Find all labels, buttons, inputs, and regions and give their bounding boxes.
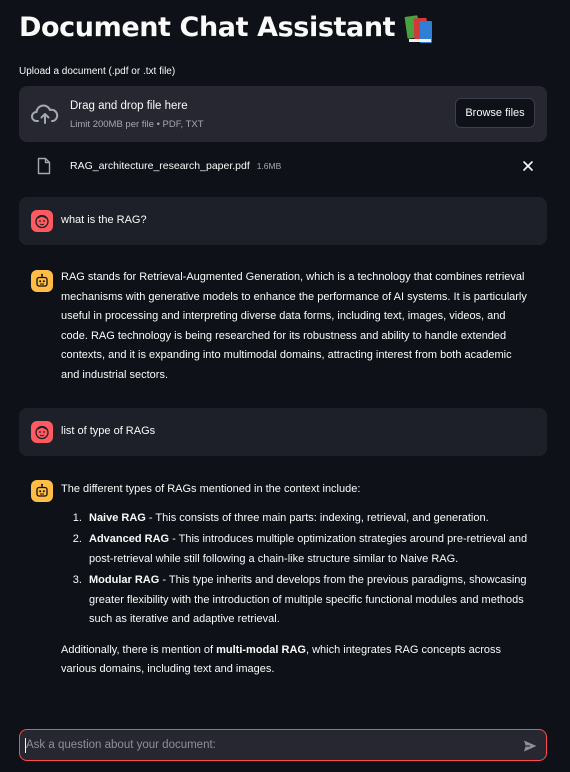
chat-message-assistant: RAG stands for Retrieval-Augmented Gener…: [19, 258, 547, 388]
dropzone-limit: Limit 200MB per file • PDF, TXT: [70, 119, 204, 130]
robot-icon: [36, 273, 48, 287]
app-root: Document Chat Assistant Upload a documen…: [0, 0, 570, 772]
page-title: Document Chat Assistant: [19, 12, 435, 43]
assistant-message-text: RAG stands for Retrieval-Augmented Gener…: [61, 271, 527, 381]
list-item-desc: - This consists of three main parts: ind…: [145, 511, 489, 524]
file-icon: [37, 157, 51, 175]
face-icon: [35, 214, 49, 229]
chat-message-assistant: The different types of RAGs mentioned in…: [19, 470, 547, 700]
assistant-avatar: [31, 480, 53, 502]
list-item: Advanced RAG - This introduces multiple …: [85, 530, 533, 569]
list-item: Modular RAG - This type inherits and dev…: [85, 571, 533, 630]
rag-types-list: Naive RAG - This consists of three main …: [61, 509, 533, 630]
file-dropzone[interactable]: Drag and drop file here Limit 200MB per …: [19, 86, 547, 142]
file-size: 1.6MB: [256, 161, 282, 171]
outro-bold: multi-modal RAG: [216, 643, 306, 656]
face-icon: [35, 425, 49, 440]
chat-input[interactable]: [20, 730, 510, 760]
list-item-title: Modular RAG: [89, 574, 160, 586]
chat-message-user: what is the RAG?: [19, 197, 547, 245]
browse-files-button[interactable]: Browse files: [455, 98, 535, 128]
uploaded-file-name: RAG_architecture_research_paper.pdf 1.6M…: [70, 160, 281, 172]
books-icon: [404, 13, 435, 43]
robot-icon: [36, 483, 48, 497]
list-item: Naive RAG - This consists of three main …: [85, 509, 533, 529]
user-avatar: [31, 210, 53, 232]
assistant-avatar: [31, 270, 53, 292]
page-title-text: Document Chat Assistant: [19, 12, 396, 43]
cloud-upload-icon: [31, 104, 59, 124]
assistant-intro: The different types of RAGs mentioned in…: [61, 483, 361, 495]
send-icon[interactable]: [522, 738, 538, 754]
user-avatar: [31, 421, 53, 443]
file-name-text: RAG_architecture_research_paper.pdf: [70, 160, 250, 172]
chat-input-container: [19, 729, 547, 761]
assistant-message-body: The different types of RAGs mentioned in…: [61, 480, 533, 680]
user-message-text: list of type of RAGs: [61, 425, 156, 437]
upload-label: Upload a document (.pdf or .txt file): [19, 66, 176, 77]
outro-text: Additionally, there is mention of: [61, 643, 217, 656]
uploaded-file-row: RAG_architecture_research_paper.pdf 1.6M…: [19, 152, 547, 180]
assistant-outro: Additionally, there is mention of multi-…: [61, 641, 533, 680]
user-message-text: what is the RAG?: [61, 214, 147, 226]
close-icon[interactable]: [521, 159, 535, 173]
list-item-title: Naive RAG: [89, 511, 146, 524]
list-item-title: Advanced RAG: [89, 533, 170, 545]
chat-message-user: list of type of RAGs: [19, 408, 547, 456]
dropzone-title: Drag and drop file here: [70, 100, 188, 112]
